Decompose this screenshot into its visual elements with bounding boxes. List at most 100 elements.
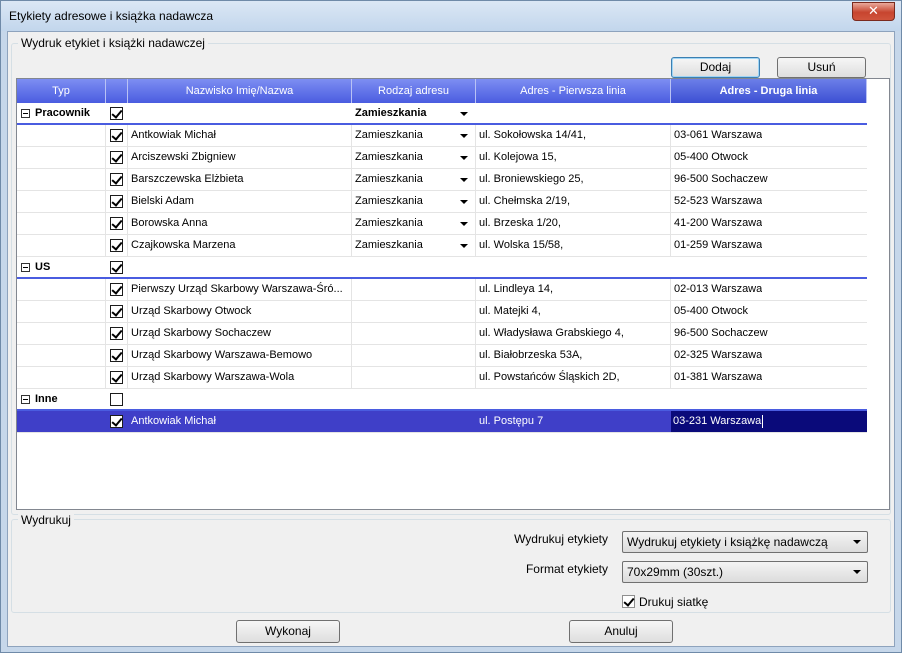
row-address-type[interactable]: Zamieszkania — [355, 235, 423, 256]
row-checkbox[interactable] — [110, 327, 123, 340]
row-address-line2: 05-400 Otwock — [674, 151, 748, 163]
chevron-down-icon[interactable] — [460, 112, 468, 116]
row-address-line1: ul. Sokołowska 14/41, — [479, 129, 587, 141]
column-divider — [475, 147, 476, 168]
row-address-type[interactable]: Zamieszkania — [355, 125, 423, 146]
title-bar[interactable]: Etykiety adresowe i książka nadawcza ✕ — [1, 1, 901, 31]
table-row[interactable]: Urząd Skarbowy Warszawa-Bemowo ul. Białob… — [17, 345, 867, 367]
print-labels-select[interactable]: Wydrukuj etykiety i książkę nadawczą — [622, 531, 868, 553]
row-name: Arciszewski Zbigniew — [131, 151, 236, 163]
group-checkbox[interactable] — [110, 261, 123, 274]
print-grid-checkbox-box[interactable] — [622, 595, 635, 608]
chevron-down-icon[interactable] — [460, 178, 468, 182]
add-button[interactable]: Dodaj — [671, 57, 760, 78]
row-address-line1: ul. Matejki 4, — [479, 305, 541, 317]
column-divider — [670, 367, 671, 388]
column-divider — [351, 191, 352, 212]
close-button[interactable]: ✕ — [852, 2, 895, 21]
group-row[interactable]: US — [17, 257, 867, 279]
group-checkbox[interactable] — [110, 393, 123, 406]
table-row[interactable]: Pierwszy Urząd Skarbowy Warszawa-Śró... u… — [17, 279, 867, 301]
row-address-type[interactable]: Zamieszkania — [355, 147, 423, 168]
chevron-down-icon[interactable] — [460, 222, 468, 226]
column-divider — [351, 213, 352, 234]
row-address-line1: ul. Lindleya 14, — [479, 283, 553, 295]
row-address-line2-editor[interactable]: 03-231 Warszawa — [671, 411, 867, 432]
collapse-icon[interactable] — [21, 395, 30, 404]
chevron-down-icon[interactable] — [460, 156, 468, 160]
row-address-line1: ul. Kolejowa 15, — [479, 151, 557, 163]
row-checkbox[interactable] — [110, 217, 123, 230]
table-row[interactable]: Barszczewska Elżbieta Zamieszkania ul. Bro… — [17, 169, 867, 191]
row-checkbox[interactable] — [110, 129, 123, 142]
execute-button[interactable]: Wykonaj — [236, 620, 340, 643]
row-name: Bielski Adam — [131, 195, 194, 207]
column-header-name[interactable]: Nazwisko Imię/Nazwa — [128, 79, 352, 103]
table-row[interactable]: Urząd Skarbowy Warszawa-Wola ul. Powstańc… — [17, 367, 867, 389]
column-header-address-line2[interactable]: Adres - Druga linia — [671, 79, 867, 103]
column-divider — [351, 301, 352, 322]
row-name: Borowska Anna — [131, 217, 208, 229]
chevron-down-icon[interactable] — [460, 244, 468, 248]
row-checkbox[interactable] — [110, 173, 123, 186]
table-row[interactable]: Borowska Anna Zamieszkania ul. Brzeska 1/2… — [17, 213, 867, 235]
table-row[interactable]: Arciszewski Zbigniew Zamieszkania ul. Kole… — [17, 147, 867, 169]
column-divider — [670, 213, 671, 234]
row-checkbox[interactable] — [110, 239, 123, 252]
group-name: US — [35, 261, 51, 273]
row-checkbox[interactable] — [110, 195, 123, 208]
column-divider — [127, 169, 128, 190]
address-grid[interactable]: Typ Nazwisko Imię/Nazwa Rodzaj adresu Ad… — [16, 78, 890, 510]
chevron-down-icon[interactable] — [460, 134, 468, 138]
column-header-address-line1[interactable]: Adres - Pierwsza linia — [476, 79, 671, 103]
cancel-button[interactable]: Anuluj — [569, 620, 673, 643]
column-divider — [105, 147, 106, 168]
row-checkbox[interactable] — [110, 415, 123, 428]
column-divider — [127, 279, 128, 300]
row-name: Urząd Skarbowy Warszawa-Wola — [131, 371, 295, 383]
column-divider — [351, 147, 352, 168]
column-header-check[interactable] — [106, 79, 128, 103]
print-grid-checkbox[interactable]: Drukuj siatkę — [622, 594, 742, 610]
row-checkbox[interactable] — [110, 151, 123, 164]
column-header-type[interactable]: Typ — [17, 79, 106, 103]
group-row[interactable]: Inne — [17, 389, 867, 411]
row-checkbox[interactable] — [110, 305, 123, 318]
table-row[interactable]: Urząd Skarbowy Otwock ul. Matejki 4, 05-40… — [17, 301, 867, 323]
group-row[interactable]: Pracownik Zamieszkania — [17, 103, 867, 125]
table-row[interactable]: Urząd Skarbowy Sochaczew ul. Władysława G… — [17, 323, 867, 345]
chevron-down-icon[interactable] — [460, 200, 468, 204]
column-divider — [475, 301, 476, 322]
collapse-icon[interactable] — [21, 109, 30, 118]
collapse-icon[interactable] — [21, 263, 30, 272]
row-name: Urząd Skarbowy Otwock — [131, 305, 252, 317]
print-group-label: Wydrukuj — [18, 513, 74, 527]
row-checkbox[interactable] — [110, 283, 123, 296]
row-checkbox[interactable] — [110, 349, 123, 362]
group-address-type[interactable]: Zamieszkania — [355, 103, 427, 124]
row-address-type[interactable]: Zamieszkania — [355, 191, 423, 212]
column-divider — [105, 235, 106, 256]
row-name: Urząd Skarbowy Sochaczew — [131, 327, 272, 339]
table-row[interactable]: Antkowiak Michał Zamieszkania ul. Sokołows… — [17, 125, 867, 147]
column-divider — [127, 367, 128, 388]
column-header-address-type[interactable]: Rodzaj adresu — [352, 79, 476, 103]
row-address-line1: ul. Postępu 7 — [479, 415, 544, 427]
group-checkbox[interactable] — [110, 107, 123, 120]
column-divider — [351, 235, 352, 256]
table-row[interactable]: Czajkowska Marzena Zamieszkania ul. Wolska… — [17, 235, 867, 257]
row-address-line2: 03-231 Warszawa — [673, 415, 762, 427]
column-divider — [105, 301, 106, 322]
row-checkbox[interactable] — [110, 371, 123, 384]
table-row[interactable]: Bielski Adam Zamieszkania ul. Chełmska 2/1… — [17, 191, 867, 213]
format-select[interactable]: 70x29mm (30szt.) — [622, 561, 868, 583]
row-address-type[interactable]: Zamieszkania — [355, 169, 423, 190]
row-name: Czajkowska Marzena — [131, 239, 236, 251]
column-divider — [105, 279, 106, 300]
remove-button[interactable]: Usuń — [777, 57, 866, 78]
row-address-type[interactable]: Zamieszkania — [355, 213, 423, 234]
table-row[interactable]: Antkowiak Michał ul. Postępu 7 03-231 Wars… — [17, 411, 867, 433]
print-grid-label: Drukuj siatkę — [639, 595, 709, 609]
chevron-down-icon — [853, 540, 861, 544]
column-divider — [351, 345, 352, 366]
